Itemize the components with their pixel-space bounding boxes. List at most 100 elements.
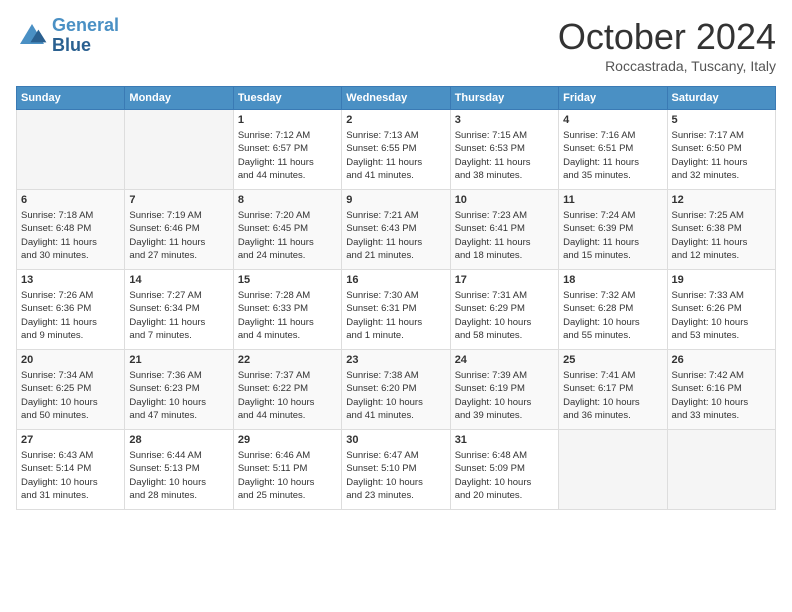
- day-cell: 25Sunrise: 7:41 AM Sunset: 6:17 PM Dayli…: [559, 350, 667, 430]
- day-cell: 19Sunrise: 7:33 AM Sunset: 6:26 PM Dayli…: [667, 270, 775, 350]
- day-info: Sunrise: 7:26 AM Sunset: 6:36 PM Dayligh…: [21, 289, 120, 342]
- day-cell: 5 Sunrise: 7:17 AM Sunset: 6:50 PM Daylig…: [667, 110, 775, 190]
- day-number: 19: [672, 274, 771, 286]
- day-number: 22: [238, 354, 337, 366]
- day-number: 1: [238, 114, 337, 126]
- day-cell: 29 Sunrise: 6:46 AM Sunset: 5:11 PM Dayli…: [233, 430, 341, 510]
- day-info: Sunrise: 7:13 AM Sunset: 6:55 PM Dayligh…: [346, 129, 445, 182]
- page-header: General Blue October 2024 Roccastrada, T…: [16, 16, 776, 74]
- day-info: Sunrise: 7:25 AM Sunset: 6:38 PM Dayligh…: [672, 209, 771, 262]
- day-number: 26: [672, 354, 771, 366]
- logo-text: General Blue: [52, 16, 119, 56]
- day-cell: 28 Sunrise: 6:44 AM Sunset: 5:13 PM Dayli…: [125, 430, 233, 510]
- header-row: SundayMondayTuesdayWednesdayThursdayFrid…: [17, 87, 776, 110]
- day-number: 21: [129, 354, 228, 366]
- day-info: Sunrise: 7:27 AM Sunset: 6:34 PM Dayligh…: [129, 289, 228, 342]
- day-cell: 20Sunrise: 7:34 AM Sunset: 6:25 PM Dayli…: [17, 350, 125, 430]
- day-number: 7: [129, 194, 228, 206]
- day-info: Sunrise: 7:31 AM Sunset: 6:29 PM Dayligh…: [455, 289, 554, 342]
- day-number: 17: [455, 274, 554, 286]
- day-number: 8: [238, 194, 337, 206]
- week-row-2: 6 Sunrise: 7:18 AM Sunset: 6:48 PM Daylig…: [17, 190, 776, 270]
- day-cell: 6 Sunrise: 7:18 AM Sunset: 6:48 PM Daylig…: [17, 190, 125, 270]
- header-cell-saturday: Saturday: [667, 87, 775, 110]
- day-number: 24: [455, 354, 554, 366]
- day-number: 2: [346, 114, 445, 126]
- day-cell: 22 Sunrise: 7:37 AM Sunset: 6:22 PM Dayli…: [233, 350, 341, 430]
- day-cell: [667, 430, 775, 510]
- day-number: 10: [455, 194, 554, 206]
- day-info: Sunrise: 7:15 AM Sunset: 6:53 PM Dayligh…: [455, 129, 554, 182]
- day-number: 6: [21, 194, 120, 206]
- day-number: 25: [563, 354, 662, 366]
- day-info: Sunrise: 7:19 AM Sunset: 6:46 PM Dayligh…: [129, 209, 228, 262]
- day-cell: 23Sunrise: 7:38 AM Sunset: 6:20 PM Dayli…: [342, 350, 450, 430]
- day-cell: 30Sunrise: 6:47 AM Sunset: 5:10 PM Dayli…: [342, 430, 450, 510]
- day-info: Sunrise: 7:17 AM Sunset: 6:50 PM Dayligh…: [672, 129, 771, 182]
- day-cell: 13 Sunrise: 7:26 AM Sunset: 6:36 PM Dayli…: [17, 270, 125, 350]
- day-number: 27: [21, 434, 120, 446]
- day-number: 9: [346, 194, 445, 206]
- location-subtitle: Roccastrada, Tuscany, Italy: [558, 58, 776, 74]
- title-block: October 2024 Roccastrada, Tuscany, Italy: [558, 16, 776, 74]
- header-cell-friday: Friday: [559, 87, 667, 110]
- month-title: October 2024: [558, 16, 776, 58]
- day-info: Sunrise: 7:42 AM Sunset: 6:16 PM Dayligh…: [672, 369, 771, 422]
- day-number: 29: [238, 434, 337, 446]
- day-info: Sunrise: 6:47 AM Sunset: 5:10 PM Dayligh…: [346, 449, 445, 502]
- week-row-1: 1Sunrise: 7:12 AM Sunset: 6:57 PM Daylig…: [17, 110, 776, 190]
- header-cell-tuesday: Tuesday: [233, 87, 341, 110]
- day-info: Sunrise: 7:30 AM Sunset: 6:31 PM Dayligh…: [346, 289, 445, 342]
- day-number: 16: [346, 274, 445, 286]
- day-cell: 15Sunrise: 7:28 AM Sunset: 6:33 PM Dayli…: [233, 270, 341, 350]
- day-cell: 10 Sunrise: 7:23 AM Sunset: 6:41 PM Dayli…: [450, 190, 558, 270]
- day-number: 5: [672, 114, 771, 126]
- calendar-table: SundayMondayTuesdayWednesdayThursdayFrid…: [16, 86, 776, 510]
- day-info: Sunrise: 7:24 AM Sunset: 6:39 PM Dayligh…: [563, 209, 662, 262]
- logo-icon: [16, 20, 48, 52]
- header-cell-sunday: Sunday: [17, 87, 125, 110]
- day-info: Sunrise: 7:23 AM Sunset: 6:41 PM Dayligh…: [455, 209, 554, 262]
- day-number: 12: [672, 194, 771, 206]
- day-cell: 11 Sunrise: 7:24 AM Sunset: 6:39 PM Dayli…: [559, 190, 667, 270]
- day-number: 11: [563, 194, 662, 206]
- day-info: Sunrise: 7:32 AM Sunset: 6:28 PM Dayligh…: [563, 289, 662, 342]
- day-info: Sunrise: 6:43 AM Sunset: 5:14 PM Dayligh…: [21, 449, 120, 502]
- header-cell-thursday: Thursday: [450, 87, 558, 110]
- day-cell: [125, 110, 233, 190]
- day-info: Sunrise: 7:18 AM Sunset: 6:48 PM Dayligh…: [21, 209, 120, 262]
- day-info: Sunrise: 7:38 AM Sunset: 6:20 PM Dayligh…: [346, 369, 445, 422]
- day-number: 13: [21, 274, 120, 286]
- day-info: Sunrise: 6:46 AM Sunset: 5:11 PM Dayligh…: [238, 449, 337, 502]
- day-cell: 17 Sunrise: 7:31 AM Sunset: 6:29 PM Dayli…: [450, 270, 558, 350]
- week-row-3: 13 Sunrise: 7:26 AM Sunset: 6:36 PM Dayli…: [17, 270, 776, 350]
- day-info: Sunrise: 7:21 AM Sunset: 6:43 PM Dayligh…: [346, 209, 445, 262]
- day-cell: 3 Sunrise: 7:15 AM Sunset: 6:53 PM Daylig…: [450, 110, 558, 190]
- day-cell: 18Sunrise: 7:32 AM Sunset: 6:28 PM Dayli…: [559, 270, 667, 350]
- day-cell: 12 Sunrise: 7:25 AM Sunset: 6:38 PM Dayli…: [667, 190, 775, 270]
- day-cell: 31Sunrise: 6:48 AM Sunset: 5:09 PM Dayli…: [450, 430, 558, 510]
- header-cell-wednesday: Wednesday: [342, 87, 450, 110]
- day-number: 3: [455, 114, 554, 126]
- day-cell: [17, 110, 125, 190]
- day-cell: 26 Sunrise: 7:42 AM Sunset: 6:16 PM Dayli…: [667, 350, 775, 430]
- day-info: Sunrise: 7:37 AM Sunset: 6:22 PM Dayligh…: [238, 369, 337, 422]
- day-info: Sunrise: 6:44 AM Sunset: 5:13 PM Dayligh…: [129, 449, 228, 502]
- day-cell: 8 Sunrise: 7:20 AM Sunset: 6:45 PM Daylig…: [233, 190, 341, 270]
- day-cell: 2 Sunrise: 7:13 AM Sunset: 6:55 PM Daylig…: [342, 110, 450, 190]
- day-cell: 21Sunrise: 7:36 AM Sunset: 6:23 PM Dayli…: [125, 350, 233, 430]
- day-cell: 7 Sunrise: 7:19 AM Sunset: 6:46 PM Daylig…: [125, 190, 233, 270]
- day-number: 28: [129, 434, 228, 446]
- day-info: Sunrise: 7:34 AM Sunset: 6:25 PM Dayligh…: [21, 369, 120, 422]
- day-cell: 27 Sunrise: 6:43 AM Sunset: 5:14 PM Dayli…: [17, 430, 125, 510]
- day-info: Sunrise: 7:20 AM Sunset: 6:45 PM Dayligh…: [238, 209, 337, 262]
- day-cell: [559, 430, 667, 510]
- week-row-5: 27 Sunrise: 6:43 AM Sunset: 5:14 PM Dayli…: [17, 430, 776, 510]
- day-cell: 1Sunrise: 7:12 AM Sunset: 6:57 PM Daylig…: [233, 110, 341, 190]
- week-row-4: 20Sunrise: 7:34 AM Sunset: 6:25 PM Dayli…: [17, 350, 776, 430]
- day-cell: 14Sunrise: 7:27 AM Sunset: 6:34 PM Dayli…: [125, 270, 233, 350]
- header-cell-monday: Monday: [125, 87, 233, 110]
- logo: General Blue: [16, 16, 119, 56]
- day-cell: 9 Sunrise: 7:21 AM Sunset: 6:43 PM Daylig…: [342, 190, 450, 270]
- day-number: 15: [238, 274, 337, 286]
